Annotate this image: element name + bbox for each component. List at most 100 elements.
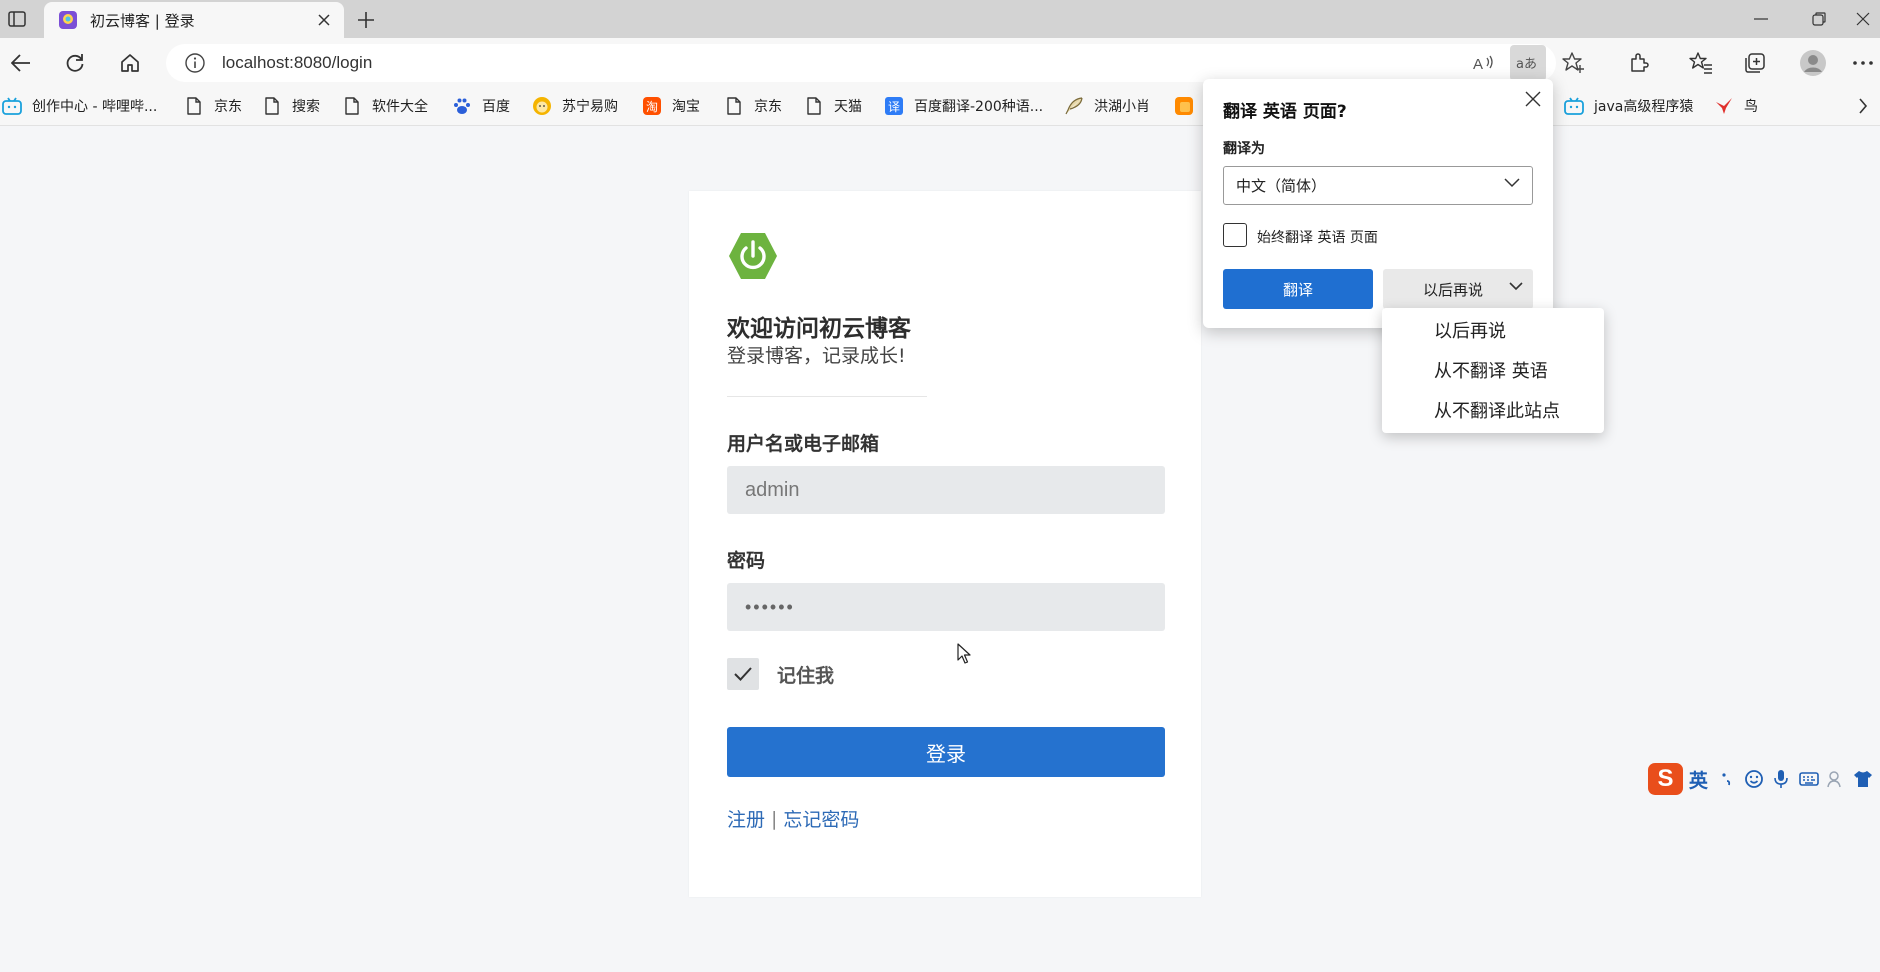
address-bar[interactable]: localhost:8080/login A aあ (166, 44, 1584, 82)
remember-me-checkbox[interactable] (727, 658, 759, 690)
home-icon[interactable] (113, 46, 147, 80)
favorite-item[interactable]: 苏宁易购 (532, 88, 618, 124)
new-tab-icon[interactable] (352, 6, 380, 34)
ime-toolbox-shirt-icon[interactable] (1853, 768, 1874, 790)
taobao-icon: 淘 (642, 96, 662, 116)
menu-item-never-translate-site[interactable]: 从不翻译此站点 (1382, 390, 1604, 430)
minimize-icon[interactable] (1738, 4, 1784, 34)
page-icon (724, 96, 744, 116)
favorite-item[interactable]: 创作中心 - 哔哩哔... (2, 88, 157, 124)
translate-icon[interactable]: aあ (1510, 45, 1546, 81)
refresh-icon[interactable] (58, 46, 92, 80)
favorite-item[interactable]: 鸟 (1714, 88, 1758, 124)
page-subtitle: 登录博客，记录成长! (727, 345, 906, 367)
collections-icon[interactable] (1738, 46, 1772, 80)
not-now-split-button[interactable]: 以后再说 (1383, 269, 1533, 309)
password-label: 密码 (727, 550, 766, 572)
favorite-item[interactable]: 百度 (452, 88, 510, 124)
svg-text:译: 译 (888, 100, 900, 114)
favorite-label: 百度 (482, 99, 510, 115)
tab-close-icon[interactable] (310, 6, 338, 34)
baidu-translate-icon: 译 (884, 96, 904, 116)
site-favicon-icon (58, 10, 78, 30)
read-aloud-icon[interactable]: A (1466, 44, 1502, 82)
spring-power-logo-icon (727, 231, 779, 281)
profile-avatar-icon[interactable] (1796, 46, 1830, 80)
login-card: 欢迎访问初云博客 登录博客，记录成长! 用户名或电子邮箱 admin 密码 ••… (689, 191, 1201, 897)
url-text[interactable]: localhost:8080/login (222, 53, 372, 73)
divider (727, 396, 927, 397)
favorite-item[interactable]: 淘 淘宝 (642, 88, 700, 124)
forgot-password-link[interactable]: 忘记密码 (783, 805, 859, 832)
favorite-item[interactable]: java高级程序猿 (1564, 88, 1693, 124)
favorite-item[interactable]: 搜索 (262, 88, 320, 124)
favorite-label: 京东 (754, 99, 782, 115)
window-close-icon[interactable] (1846, 4, 1880, 34)
favorite-label: 创作中心 - 哔哩哔... (32, 99, 158, 115)
extensions-icon[interactable] (1622, 46, 1656, 80)
menu-item-never-translate-english[interactable]: 从不翻译 英语 (1382, 350, 1604, 390)
page-title: 欢迎访问初云博客 (727, 316, 911, 342)
translate-popup-title: 翻译 英语 页面? (1223, 102, 1347, 122)
favorite-label: java高级程序猿 (1594, 99, 1694, 115)
menu-item-not-now[interactable]: 以后再说 (1382, 310, 1604, 350)
favorite-label: 鸟 (1744, 99, 1758, 115)
favorite-label: 淘宝 (672, 99, 700, 115)
not-now-dropdown-menu: 以后再说 从不翻译 英语 从不翻译此站点 (1382, 308, 1604, 433)
site-info-icon[interactable] (184, 52, 206, 74)
favorite-item[interactable]: 天猫 (804, 88, 862, 124)
page-icon (342, 96, 362, 116)
favorite-label: 天猫 (834, 99, 862, 115)
remember-me-label[interactable]: 记住我 (777, 661, 834, 688)
sogou-ime-logo-icon[interactable]: S (1648, 763, 1683, 795)
favorite-item[interactable]: 软件大全 (342, 88, 428, 124)
ime-punctuation-icon[interactable] (1716, 768, 1737, 790)
chevron-down-icon (1504, 178, 1520, 188)
favorites-overflow-icon[interactable] (1858, 88, 1868, 124)
favorite-item[interactable] (1174, 88, 1204, 124)
always-translate-label[interactable]: 始终翻译 英语 页面 (1257, 227, 1378, 247)
more-menu-icon[interactable] (1846, 46, 1880, 80)
translate-to-label: 翻译为 (1223, 141, 1265, 157)
bilibili-icon (2, 96, 22, 116)
auth-links: 注册 | 忘记密码 (727, 805, 859, 832)
feather-icon (1064, 96, 1084, 116)
login-button[interactable]: 登录 (727, 727, 1165, 777)
favorite-label: 搜索 (292, 99, 320, 115)
favorite-item[interactable]: 京东 (184, 88, 242, 124)
ime-skin-icon[interactable] (1825, 768, 1846, 790)
register-link[interactable]: 注册 (727, 805, 765, 832)
browser-titlebar: 初云博客 | 登录 (0, 0, 1880, 38)
add-favorite-icon[interactable] (1556, 44, 1592, 82)
favorite-label: 软件大全 (372, 99, 428, 115)
back-icon[interactable] (4, 46, 38, 80)
favorite-label: 京东 (214, 99, 242, 115)
svg-text:淘: 淘 (646, 100, 658, 114)
page-icon (262, 96, 282, 116)
password-input[interactable]: •••••• (727, 583, 1165, 631)
always-translate-checkbox[interactable] (1223, 223, 1247, 247)
favorites-icon[interactable] (1684, 46, 1718, 80)
page-icon (184, 96, 204, 116)
mouse-cursor-icon (957, 643, 973, 665)
favorite-label: 洪湖小肖 (1094, 99, 1150, 115)
favorite-label: 百度翻译-200种语... (914, 99, 1044, 115)
translate-button[interactable]: 翻译 (1223, 269, 1373, 309)
bilibili-icon (1564, 96, 1584, 116)
favorite-item[interactable]: 京东 (724, 88, 782, 124)
restore-icon[interactable] (1796, 4, 1842, 34)
ime-toolbar: S 英 (1648, 762, 1880, 796)
chevron-down-icon[interactable] (1509, 282, 1523, 292)
target-language-select[interactable]: 中文（简体） (1223, 166, 1533, 205)
favorite-item[interactable]: 译 百度翻译-200种语... (884, 88, 1043, 124)
svg-text:aあ: aあ (1516, 57, 1537, 72)
username-input[interactable]: admin (727, 466, 1165, 514)
tab-actions-icon[interactable] (4, 8, 30, 30)
browser-tab[interactable]: 初云博客 | 登录 (44, 2, 344, 38)
ime-emoji-icon[interactable] (1743, 768, 1764, 790)
popup-close-icon[interactable] (1521, 87, 1545, 111)
ime-mode-toggle[interactable]: 英 (1689, 766, 1708, 793)
ime-keyboard-icon[interactable] (1798, 768, 1819, 790)
ime-microphone-icon[interactable] (1771, 768, 1792, 790)
favorite-item[interactable]: 洪湖小肖 (1064, 88, 1150, 124)
